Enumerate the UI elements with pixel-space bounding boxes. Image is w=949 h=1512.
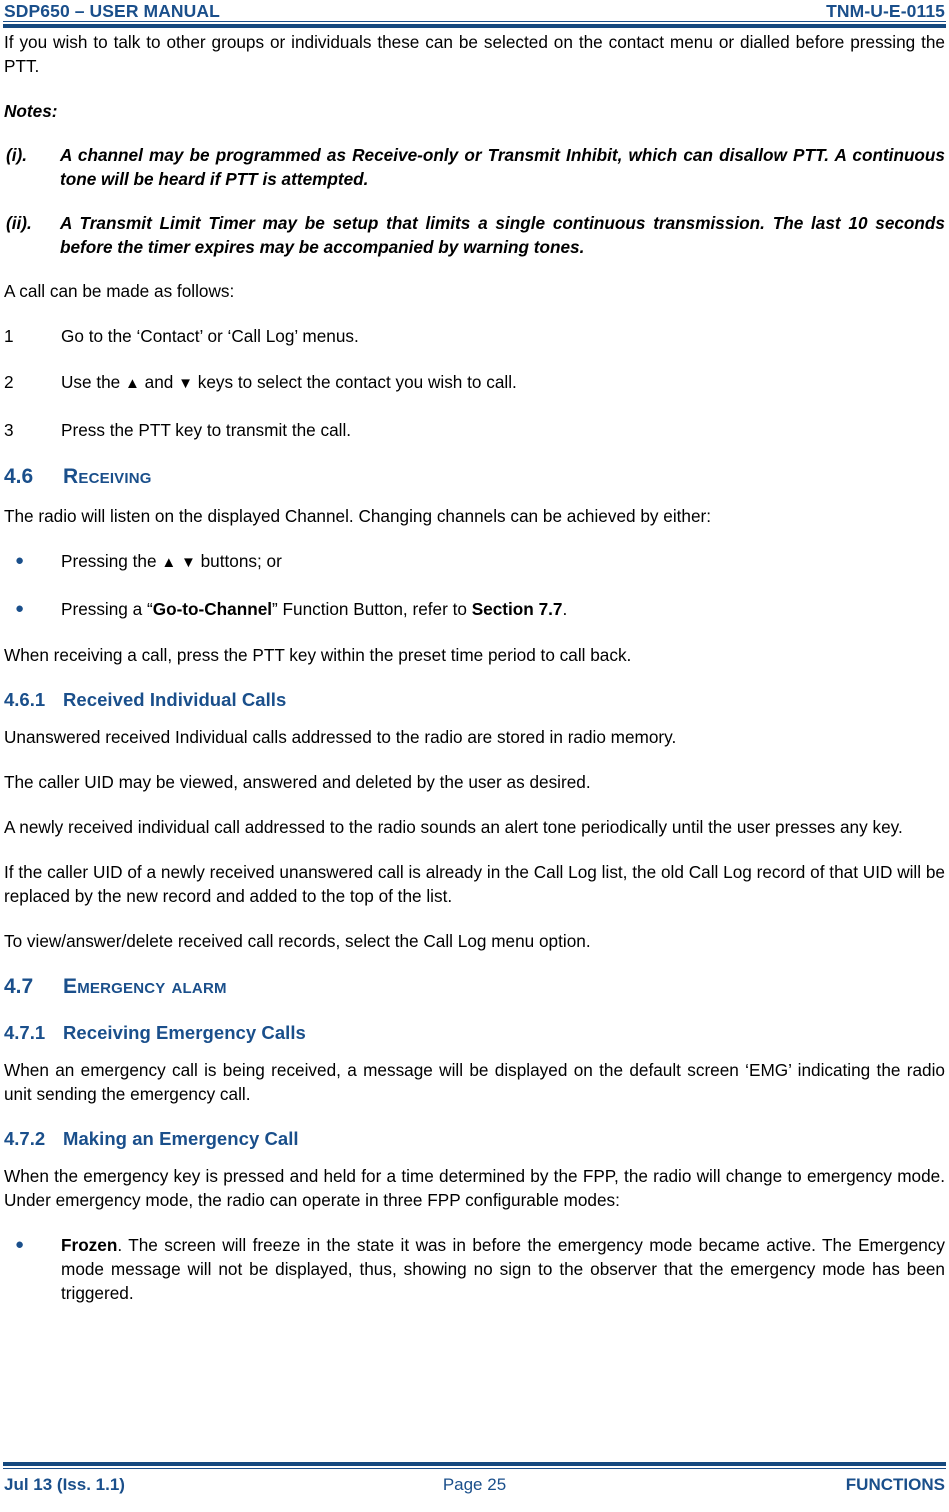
bullet-item: ● Pressing a “Go-to-Channel” Function Bu… <box>4 597 945 621</box>
heading-4-6: 4.6 Receiving <box>4 464 945 490</box>
page-footer: Jul 13 (Iss. 1.1) Page 25 FUNCTIONS <box>0 1462 949 1512</box>
step-item: 2 Use the ▲ and ▼ keys to select the con… <box>4 370 945 396</box>
paragraph: Unanswered received Individual calls add… <box>4 727 677 747</box>
heading-4-6-1: 4.6.1 Received Individual Calls <box>4 688 945 712</box>
arrow-down-icon: ▼ <box>180 554 196 571</box>
bullet-text-before: Pressing the <box>61 551 162 571</box>
note-marker: (ii). <box>6 213 32 233</box>
heading-title: Making an Emergency Call <box>63 1128 299 1149</box>
paragraph: The caller UID may be viewed, answered a… <box>4 772 591 792</box>
step-text: Press the PTT key to transmit the call. <box>61 420 352 440</box>
step-text-after: keys to select the contact you wish to c… <box>192 372 517 392</box>
bullet-item: ● Frozen. The screen will freeze in the … <box>4 1233 945 1305</box>
heading-number: 4.7.2 <box>4 1128 46 1149</box>
heading-number: 4.6 <box>4 465 34 488</box>
arrow-up-icon: ▲ <box>125 375 140 392</box>
step-text: Use the ▲ and ▼ keys to select the conta… <box>61 370 945 396</box>
step-text: Go to the ‘Contact’ or ‘Call Log’ menus. <box>61 326 359 346</box>
bullet-text: Frozen. The screen will freeze in the st… <box>61 1233 945 1305</box>
document-page: SDP650 – USER MANUAL TNM-U-E-0115 If you… <box>0 0 949 1512</box>
heading-number: 4.7.1 <box>4 1022 46 1043</box>
heading-number: 4.7 <box>4 975 34 998</box>
bullet-text-rest: . The screen will freeze in the state it… <box>61 1235 945 1303</box>
step-number: 2 <box>4 372 14 392</box>
bullet-icon: ● <box>15 1236 25 1253</box>
step-number: 1 <box>4 326 14 346</box>
paragraph: A newly received individual call address… <box>4 817 903 837</box>
step-text-mid: and <box>139 372 179 392</box>
heading-number: 4.6.1 <box>4 689 46 710</box>
note-item: (ii). A Transmit Limit Timer may be setu… <box>4 211 945 259</box>
section-4-6-intro: The radio will listen on the displayed C… <box>4 506 712 526</box>
notes-label: Notes: <box>4 101 58 121</box>
header-document-number: TNM-U-E-0115 <box>826 1 945 21</box>
footer-rule-thin <box>3 1468 946 1469</box>
intro-paragraph: If you wish to talk to other groups or i… <box>4 32 945 76</box>
bullet-item: ● Pressing the ▲ ▼ buttons; or <box>4 549 945 575</box>
paragraph: When the emergency key is pressed and he… <box>4 1166 945 1210</box>
paragraph: When an emergency call is being received… <box>4 1060 945 1104</box>
heading-title: Emergency Alarm <box>63 975 227 998</box>
bullet-icon: ● <box>15 552 25 569</box>
footer-chapter-name: FUNCTIONS <box>845 1475 945 1494</box>
footer-page-number: Page 25 <box>442 1475 507 1494</box>
bullet-text: Pressing a “Go-to-Channel” Function Butt… <box>61 597 945 621</box>
bullet-bold-term: Go-to-Channel <box>152 599 273 619</box>
note-text: A Transmit Limit Timer may be setup that… <box>60 213 945 257</box>
bullet-text: Pressing the ▲ ▼ buttons; or <box>61 549 945 575</box>
page-header: SDP650 – USER MANUAL TNM-U-E-0115 <box>0 0 949 30</box>
arrow-up-icon: ▲ <box>161 554 177 571</box>
header-rule-thick <box>3 24 946 28</box>
bullet-text-before: Pressing a “ <box>61 599 153 619</box>
arrow-down-icon: ▼ <box>178 375 193 392</box>
header-rule-thin <box>3 21 946 22</box>
bullet-icon: ● <box>15 600 25 617</box>
note-text: A channel may be programmed as Receive-o… <box>60 145 945 189</box>
bullet-text-after: . <box>562 599 568 619</box>
header-document-title: SDP650 – USER MANUAL <box>4 1 220 21</box>
bullet-text-after: buttons; or <box>195 551 282 571</box>
footer-issue-date: Jul 13 (Iss. 1.1) <box>4 1475 125 1494</box>
note-marker: (i). <box>6 145 27 165</box>
bullet-bold-term: Frozen <box>61 1235 118 1255</box>
page-content: If you wish to talk to other groups or i… <box>4 30 945 1327</box>
heading-4-7: 4.7 Emergency Alarm <box>4 974 945 1000</box>
heading-title: Receiving Emergency Calls <box>63 1022 306 1043</box>
bullet-text-mid: ” Function Button, refer to <box>272 599 472 619</box>
call-intro-paragraph: A call can be made as follows: <box>4 281 235 301</box>
footer-rule-thick <box>3 1462 946 1466</box>
heading-title: Received Individual Calls <box>63 689 287 710</box>
heading-4-7-1: 4.7.1 Receiving Emergency Calls <box>4 1021 945 1045</box>
step-number: 3 <box>4 420 14 440</box>
step-item: 1 Go to the ‘Contact’ or ‘Call Log’ menu… <box>4 324 945 348</box>
cross-reference-section: Section 7.7 <box>471 599 563 619</box>
note-item: (i). A channel may be programmed as Rece… <box>4 143 945 191</box>
section-4-6-outro: When receiving a call, press the PTT key… <box>4 645 632 665</box>
heading-4-7-2: 4.7.2 Making an Emergency Call <box>4 1127 945 1151</box>
step-item: 3 Press the PTT key to transmit the call… <box>4 418 945 442</box>
step-text-before: Use the <box>61 372 126 392</box>
paragraph: If the caller UID of a newly received un… <box>4 862 945 906</box>
paragraph: To view/answer/delete received call reco… <box>4 931 591 951</box>
heading-title: Receiving <box>63 465 152 488</box>
